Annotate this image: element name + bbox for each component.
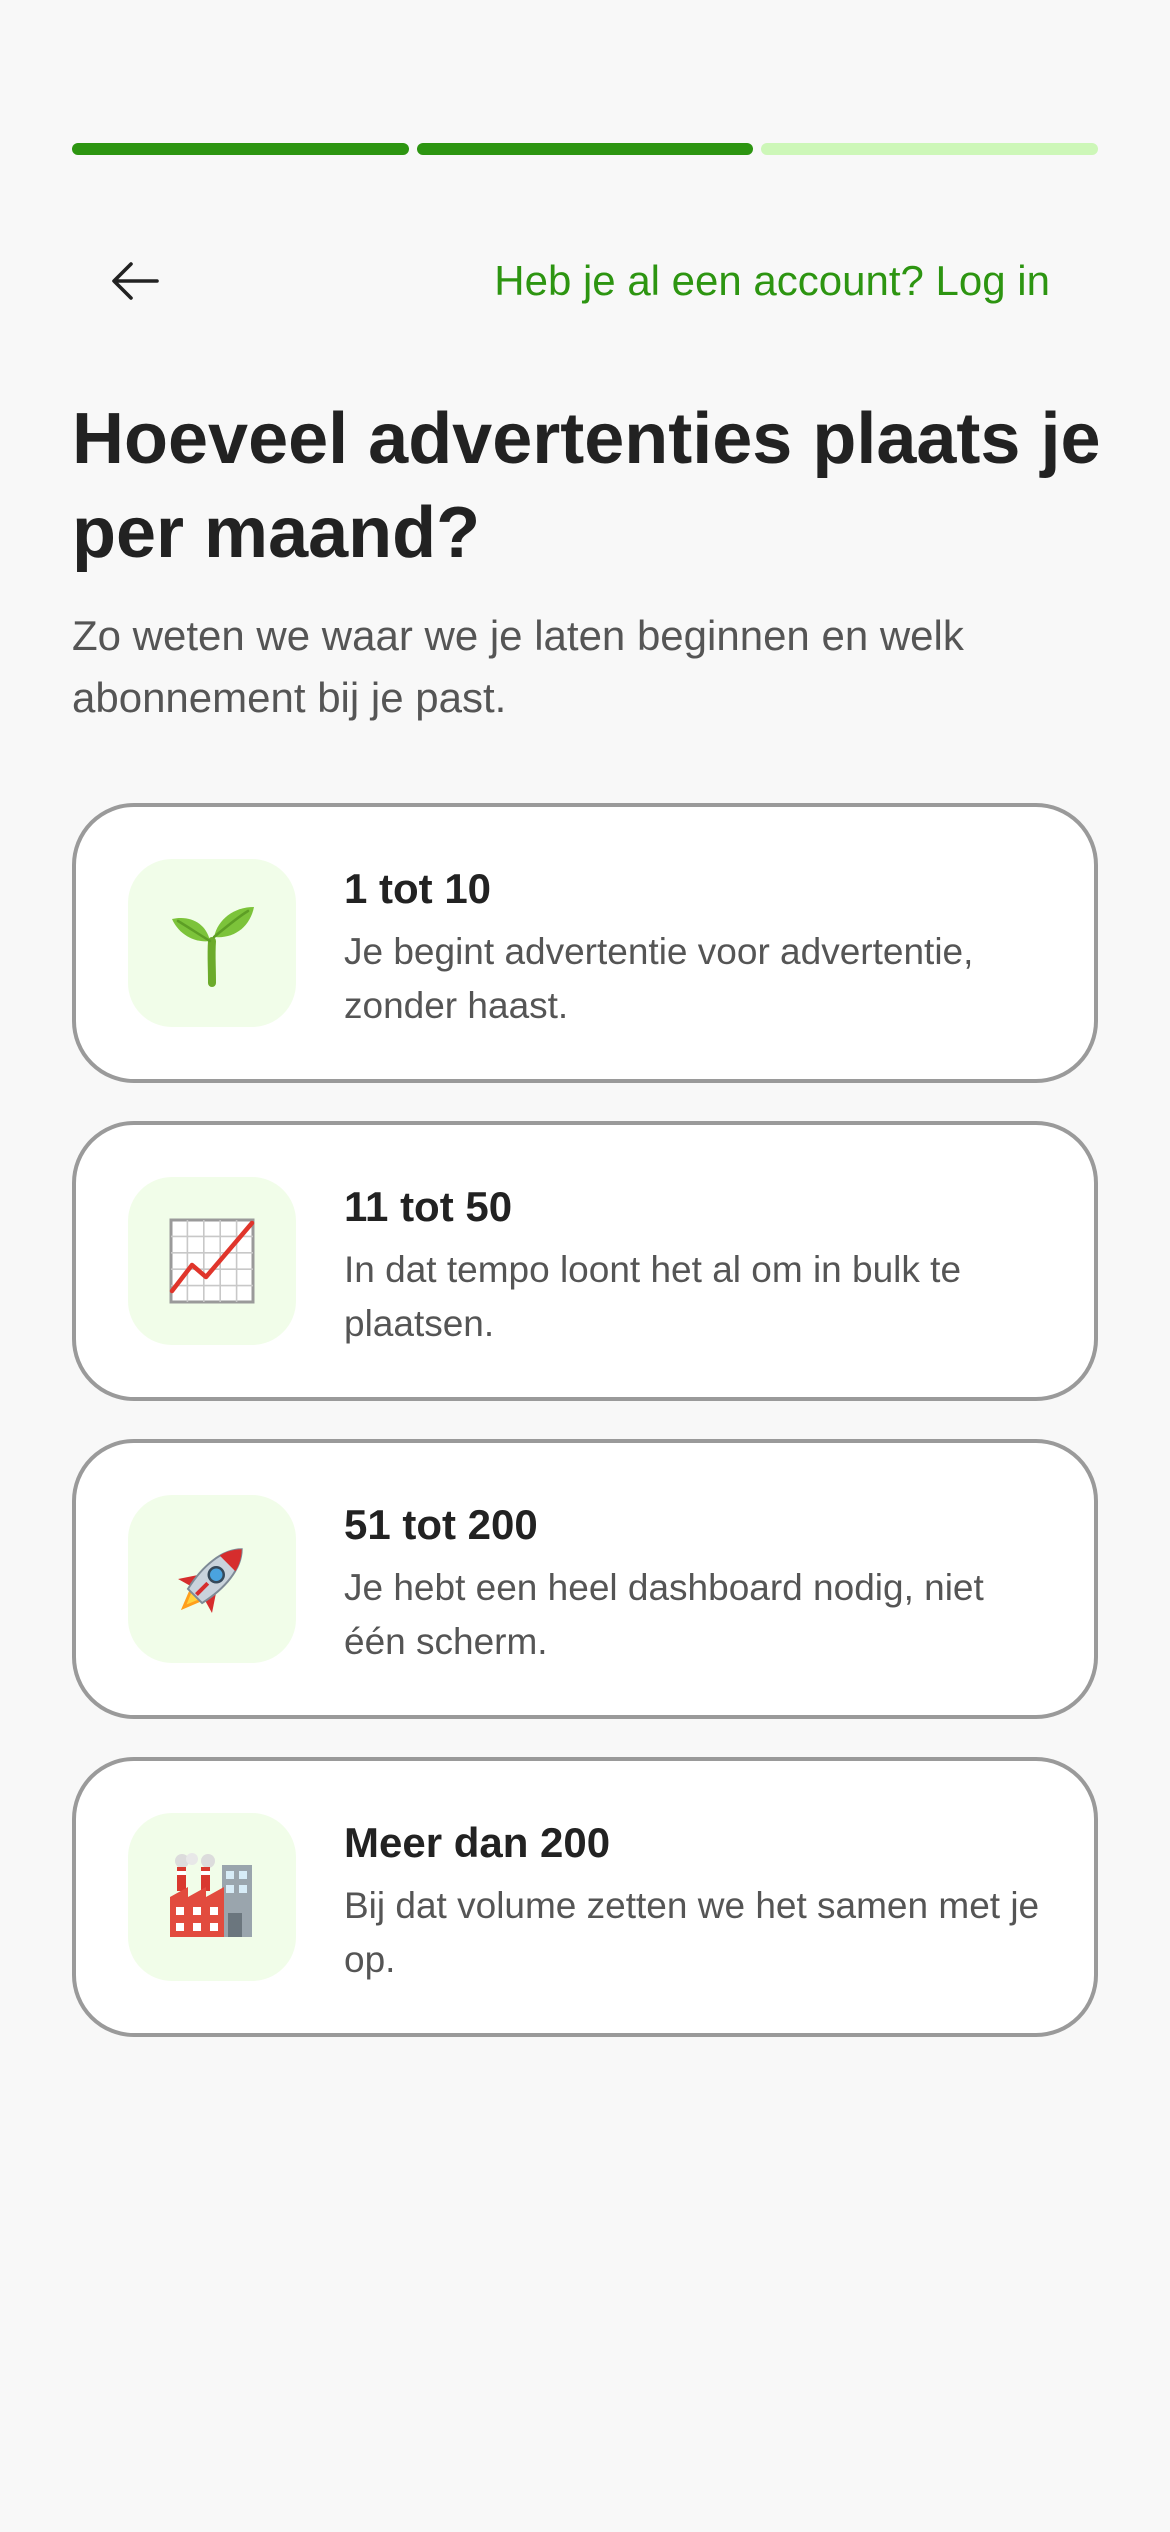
option-description: Bij dat volume zetten we het samen met j… [344,1885,1040,1980]
option-card-1-10[interactable]: 1 tot 10 Je begint advertentie voor adve… [72,803,1098,1083]
progress-step-1 [72,143,409,155]
option-icon-tile [128,1495,296,1663]
arrow-left-icon [112,262,159,300]
seedling-icon [172,907,254,987]
back-button[interactable] [100,246,170,316]
option-card-51-200[interactable]: 51 tot 200 Je hebt een heel dashboard no… [72,1439,1098,1719]
option-description: In dat tempo loont het al om in bulk te … [344,1249,962,1344]
option-title: 51 tot 200 [344,1501,538,1548]
login-link[interactable]: Heb je al een account? Log in [494,256,1050,306]
top-bar: Heb je al een account? Log in [72,236,1098,326]
option-icon-tile [128,1813,296,1981]
option-title: 11 tot 50 [344,1183,513,1230]
page-subtitle: Zo weten we waar we je laten beginnen en… [72,612,964,721]
rocket-icon [178,1548,243,1613]
page-title: Hoeveel advertenties plaats je per maand… [72,399,1101,573]
option-card-11-50[interactable]: 11 tot 50 In dat tempo loont het al om i… [72,1121,1098,1401]
option-icon-tile [128,859,296,1027]
progress-step-3 [761,143,1099,155]
option-list: 1 tot 10 Je begint advertentie voor adve… [72,803,1098,2075]
progress-step-2 [416,143,754,155]
option-icon-tile [128,1177,296,1345]
option-description: Je hebt een heel dashboard nodig, niet é… [344,1567,984,1662]
option-card-more-than-200[interactable]: Meer dan 200 Bij dat volume zetten we he… [72,1757,1098,2037]
chart-increasing-icon [169,1218,255,1304]
option-title: Meer dan 200 [344,1819,611,1866]
option-description: Je begint advertentie voor advertentie, … [344,931,974,1026]
factory-icon [170,1853,252,1937]
option-title: 1 tot 10 [344,865,492,912]
progress-bar [72,143,1099,155]
